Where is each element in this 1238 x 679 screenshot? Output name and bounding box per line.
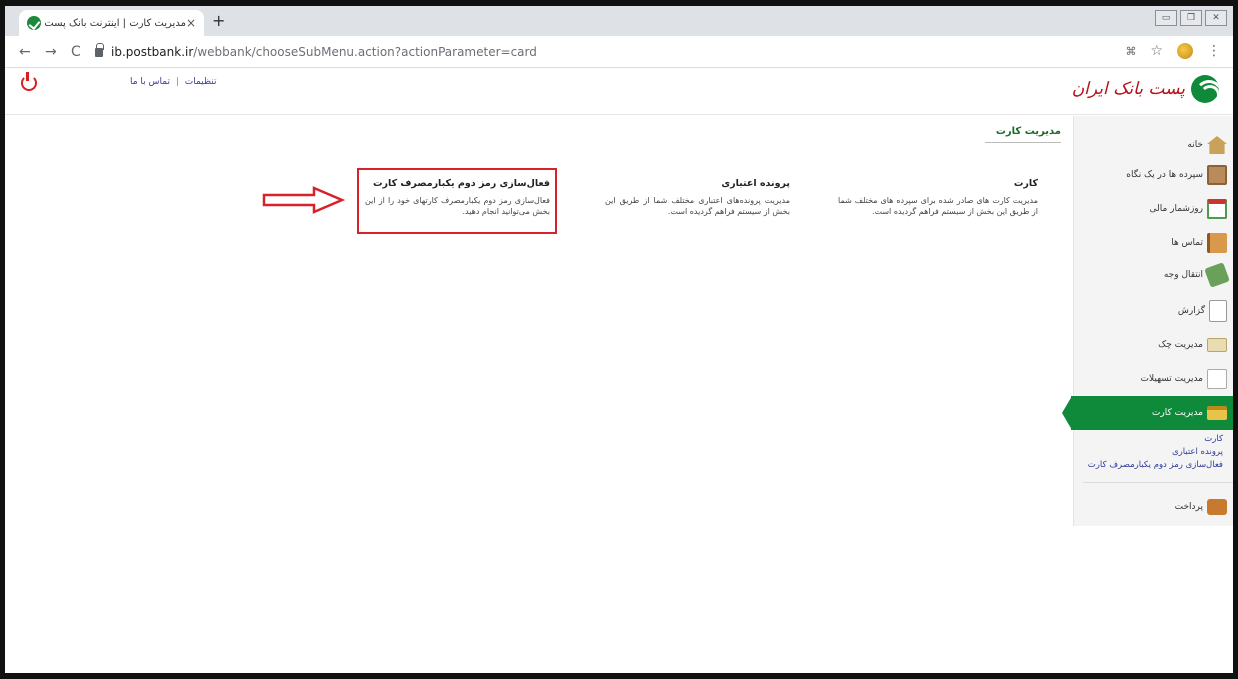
card-title[interactable]: پرونده اعتباری <box>605 178 790 189</box>
browser-tab[interactable]: مدیریت کارت | اینترنت بانک پست بانک × <box>19 10 204 36</box>
highlight-box <box>357 168 557 234</box>
submenu-credit-file[interactable]: پرونده اعتباری <box>1172 447 1223 457</box>
sidebar-item-home[interactable]: خانه <box>1073 128 1233 162</box>
card-description: مدیریت پرونده‌های اعتباری مختلف شما از ط… <box>605 196 790 216</box>
submenu-card[interactable]: کارت <box>1204 434 1223 444</box>
sidebar-item-loans[interactable]: مدیریت تسهیلات <box>1073 362 1233 396</box>
sidebar-item-deposits[interactable]: سپرده ها در یک نگاه <box>1073 158 1233 192</box>
brand-text: پست بانک ایران <box>1071 79 1185 99</box>
card-icon <box>1207 406 1227 420</box>
wallet-icon <box>1207 499 1227 515</box>
card-section-credit-file[interactable]: پرونده اعتباری مدیریت پرونده‌های اعتباری… <box>605 178 790 217</box>
postbank-logo-icon <box>1191 75 1219 103</box>
tab-title: مدیریت کارت | اینترنت بانک پست بانک <box>41 17 186 29</box>
sidebar-item-label: پرداخت <box>1174 502 1203 512</box>
url-path: /webbank/chooseSubMenu.action?actionPara… <box>193 45 537 59</box>
tab-close-icon[interactable]: × <box>186 16 196 30</box>
page-title: مدیریت کارت <box>995 126 1061 137</box>
lock-icon <box>95 42 104 57</box>
report-icon <box>1209 300 1227 322</box>
sidebar-item-report[interactable]: گزارش <box>1073 294 1233 328</box>
sidebar-divider <box>1083 482 1233 483</box>
link-separator: | <box>175 77 179 87</box>
card-description: مدیریت کارت های صادر شده برای سپرده های … <box>838 196 1038 216</box>
sidebar-item-cheque[interactable]: مدیریت چک <box>1073 328 1233 362</box>
sidebar-item-label: روزشمار مالی <box>1149 204 1203 214</box>
sidebar-item-label: انتقال وجه <box>1163 270 1203 280</box>
contacts-icon <box>1207 233 1227 253</box>
loan-icon <box>1207 369 1227 389</box>
window-controls: ▭ ❐ ✕ <box>1155 10 1227 26</box>
reload-button[interactable]: C <box>71 44 81 60</box>
sidebar-item-label: مدیریت کارت <box>1151 408 1203 418</box>
translate-icon[interactable]: ⌘ <box>1125 45 1136 58</box>
transfer-icon <box>1204 262 1230 288</box>
minimize-button[interactable]: ▭ <box>1155 10 1177 26</box>
new-tab-button[interactable]: + <box>212 11 225 30</box>
contact-link[interactable]: تماس با ما <box>130 77 170 87</box>
card-section-card[interactable]: کارت مدیریت کارت های صادر شده برای سپرده… <box>838 178 1038 217</box>
submenu-otp-activation[interactable]: فعال‌سازی رمز دوم یکبارمصرف کارت <box>1088 460 1223 470</box>
sidebar-item-card-management[interactable]: مدیریت کارت <box>1062 396 1233 430</box>
sidebar-item-label: خانه <box>1187 140 1203 150</box>
browser-tabstrip: مدیریت کارت | اینترنت بانک پست بانک × + … <box>5 6 1233 36</box>
pointer-arrow-icon <box>262 186 346 214</box>
toolbar-actions: ⌘ ☆ ⋮ <box>1125 43 1221 59</box>
settings-link[interactable]: تنظیمات <box>185 77 217 87</box>
sidebar-item-calendar[interactable]: روزشمار مالی <box>1073 192 1233 226</box>
home-icon <box>1207 136 1227 154</box>
forward-button[interactable]: → <box>45 44 57 60</box>
sidebar-item-label: تماس ها <box>1171 238 1203 248</box>
extension-icon[interactable] <box>1177 43 1193 59</box>
logout-power-icon[interactable] <box>21 72 37 91</box>
sidebar-item-transfer[interactable]: انتقال وجه <box>1073 258 1233 292</box>
browser-toolbar: ← → C ib.postbank.ir /webbank/chooseSubM… <box>5 36 1233 68</box>
sidebar-item-label: گزارش <box>1177 306 1205 316</box>
sidebar-item-label: سپرده ها در یک نگاه <box>1126 170 1203 180</box>
close-window-button[interactable]: ✕ <box>1205 10 1227 26</box>
sidebar-item-label: مدیریت چک <box>1158 340 1203 350</box>
sidebar: خانه سپرده ها در یک نگاه روزشمار مالی تم… <box>1062 116 1233 526</box>
cheque-icon <box>1207 338 1227 352</box>
browser-menu-icon[interactable]: ⋮ <box>1207 43 1221 59</box>
sidebar-item-contacts[interactable]: تماس ها <box>1073 226 1233 260</box>
maximize-button[interactable]: ❐ <box>1180 10 1202 26</box>
title-underline <box>985 142 1061 143</box>
bookmark-star-icon[interactable]: ☆ <box>1150 43 1163 59</box>
calendar-icon <box>1207 199 1227 219</box>
brand-logo[interactable]: پست بانک ایران <box>1072 75 1219 103</box>
site-favicon-icon <box>27 16 41 30</box>
site-header: تنظیمات | تماس با ما پست بانک ایران <box>5 69 1233 115</box>
url-host: ib.postbank.ir <box>111 45 194 59</box>
back-button[interactable]: ← <box>19 44 31 60</box>
address-bar[interactable]: ib.postbank.ir /webbank/chooseSubMenu.ac… <box>95 42 1095 62</box>
deposit-icon <box>1207 165 1227 185</box>
sidebar-item-payment[interactable]: پرداخت <box>1073 490 1233 524</box>
card-title[interactable]: کارت <box>838 178 1038 189</box>
top-links: تنظیمات | تماس با ما <box>130 77 217 87</box>
sidebar-item-label: مدیریت تسهیلات <box>1140 374 1203 384</box>
